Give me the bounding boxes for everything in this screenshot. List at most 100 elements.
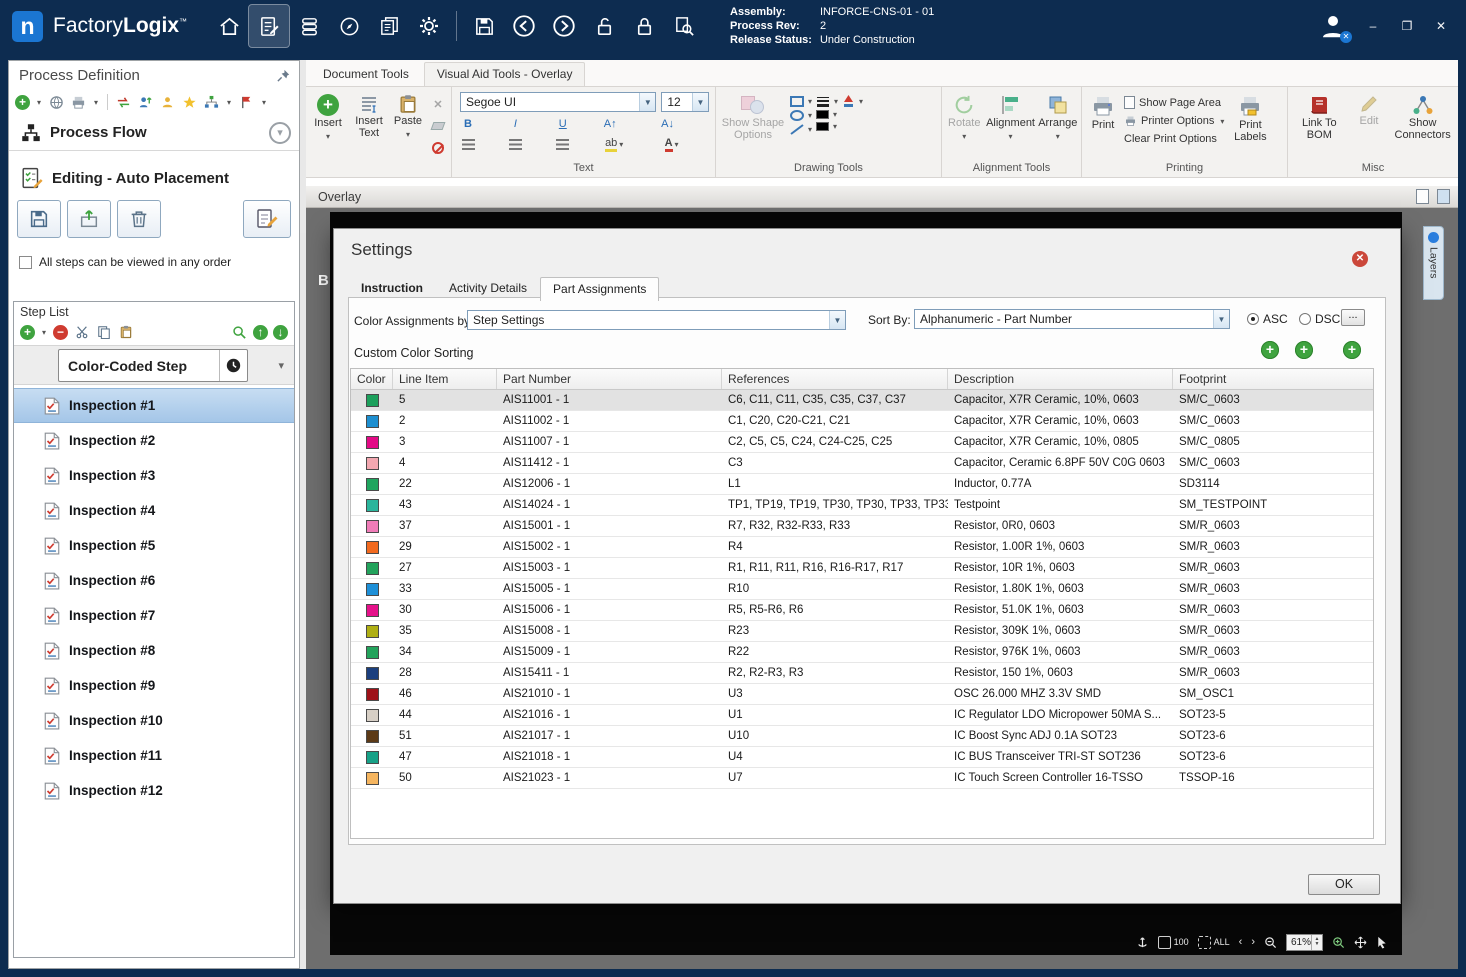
line-width-tool[interactable]: ▾ [816, 96, 840, 107]
bold-button[interactable]: B [458, 115, 478, 133]
page-view-icon[interactable] [1416, 189, 1429, 204]
import-template-button[interactable] [67, 200, 111, 238]
dialog-tab[interactable]: Instruction [348, 276, 436, 300]
dialog-tab[interactable]: Activity Details [436, 276, 540, 300]
edit-button[interactable]: Edit [1352, 91, 1386, 128]
marker-tool[interactable]: ▾ [842, 94, 865, 108]
system-settings-button[interactable] [409, 5, 449, 47]
add-step-dropdown-icon[interactable]: ▾ [40, 328, 48, 337]
superscript-button[interactable]: A↑ [600, 115, 620, 133]
step-list-item[interactable]: Inspection #4 [14, 493, 294, 528]
eraser-icon[interactable] [428, 117, 448, 135]
pin-icon[interactable] [276, 68, 291, 83]
table-header-cell[interactable]: References [722, 369, 948, 389]
move-step-down-icon[interactable]: ↓ [273, 324, 288, 340]
combo-arrow-icon[interactable]: ▼ [692, 93, 708, 111]
forward-button[interactable] [544, 5, 584, 47]
print-labels-button[interactable]: Print Labels [1228, 91, 1272, 143]
printer-options-button[interactable]: Printer Options ▾ [1124, 115, 1226, 127]
color-swatch[interactable] [365, 561, 379, 575]
zoom-100-button[interactable]: 100 [1157, 935, 1189, 949]
move-step-up-icon[interactable]: ↑ [253, 324, 268, 340]
table-row[interactable]: 5 AIS11001 - 1 C6, C11, C11, C35, C35, C… [351, 390, 1373, 411]
color-swatch[interactable] [365, 393, 379, 407]
align-left-button[interactable] [458, 135, 478, 153]
table-header-cell[interactable]: Part Number [497, 369, 722, 389]
underline-button[interactable]: U [553, 115, 573, 133]
table-row[interactable]: 22 AIS12006 - 1 L1 Inductor, 0.77A SD311… [351, 474, 1373, 495]
sync-icon[interactable] [115, 94, 132, 111]
navigator-button[interactable] [329, 5, 369, 47]
flag-dropdown-icon[interactable]: ▾ [260, 98, 268, 107]
pan-icon[interactable] [1354, 936, 1367, 949]
sort-by-select[interactable]: Alphanumeric - Part Number ▼ [914, 309, 1230, 329]
asc-radio-icon[interactable] [1247, 313, 1259, 325]
color-swatch[interactable] [365, 624, 379, 638]
tree-icon[interactable] [203, 94, 220, 111]
dsc-radio-icon[interactable] [1299, 313, 1311, 325]
remove-step-icon[interactable]: − [53, 324, 68, 340]
font-size-combo[interactable]: 12 ▼ [661, 92, 709, 112]
table-header-cell[interactable]: Description [948, 369, 1173, 389]
unlock-button[interactable] [584, 5, 624, 47]
ok-button[interactable]: OK [1308, 874, 1380, 895]
step-list-item[interactable]: Inspection #9 [14, 668, 294, 703]
more-options-button[interactable]: ... [1341, 309, 1365, 326]
rotate-button[interactable]: Rotate ▾ [944, 91, 985, 141]
color-swatch[interactable] [365, 414, 379, 428]
sort-asc-radio[interactable]: ASC [1247, 312, 1288, 326]
table-row[interactable]: 30 AIS15006 - 1 R5, R5-R6, R6 Resistor, … [351, 600, 1373, 621]
zoom-out-icon[interactable] [1264, 936, 1277, 949]
color-assignments-select[interactable]: Step Settings ▼ [467, 310, 846, 330]
zoom-all-button[interactable]: ALL [1197, 935, 1230, 949]
print-button[interactable]: Print [1084, 91, 1122, 132]
promote-user-icon[interactable] [137, 94, 154, 111]
lock-button[interactable] [624, 5, 664, 47]
arrange-button[interactable]: Arrange ▾ [1037, 91, 1079, 141]
step-group-row[interactable]: Color-Coded Step ▾ [14, 345, 294, 385]
align-right-button[interactable] [553, 135, 573, 153]
add-icon[interactable]: + [15, 94, 30, 110]
minimize-button[interactable]: – [1364, 19, 1382, 33]
process-flow-row[interactable]: Process Flow ▾ [9, 115, 299, 151]
table-row[interactable]: 46 AIS21010 - 1 U3 OSC 26.000 MHZ 3.3V S… [351, 684, 1373, 705]
color-swatch[interactable] [365, 435, 379, 449]
color-swatch[interactable] [365, 729, 379, 743]
anchor-button[interactable] [1136, 936, 1149, 949]
color-swatch[interactable] [365, 477, 379, 491]
insert-button[interactable]: + Insert ▾ [308, 91, 348, 141]
tree-dropdown-icon[interactable]: ▾ [225, 98, 233, 107]
color-swatch[interactable] [365, 582, 379, 596]
subscript-button[interactable]: A↓ [658, 115, 678, 133]
color-swatch[interactable] [365, 456, 379, 470]
table-row[interactable]: 37 AIS15001 - 1 R7, R32, R32-R33, R33 Re… [351, 516, 1373, 537]
add-dropdown-icon[interactable]: ▾ [35, 98, 43, 107]
table-header-cell[interactable]: Line Item [393, 369, 497, 389]
insert-text-button[interactable]: Insert Text [350, 91, 388, 139]
paste-button[interactable]: Paste ▾ [390, 91, 426, 139]
italic-button[interactable]: I [505, 115, 525, 133]
line-color-tool[interactable]: ▾ [816, 122, 840, 131]
fit-view-icon[interactable] [1437, 189, 1450, 204]
step-list-item[interactable]: Inspection #3 [14, 458, 294, 493]
table-row[interactable]: 2 AIS11002 - 1 C1, C20, C20-C21, C21 Cap… [351, 411, 1373, 432]
paste-icon[interactable] [117, 324, 134, 341]
step-group-box[interactable]: Color-Coded Step [58, 349, 248, 382]
cut-icon[interactable] [73, 324, 90, 341]
documents-button[interactable] [369, 5, 409, 47]
add-color-sort-button[interactable]: + [1261, 341, 1279, 359]
add-color-sort-button-2[interactable]: + [1295, 341, 1313, 359]
table-row[interactable]: 4 AIS11412 - 1 C3 Capacitor, Ceramic 6.8… [351, 453, 1373, 474]
table-row[interactable]: 44 AIS21016 - 1 U1 IC Regulator LDO Micr… [351, 705, 1373, 726]
table-row[interactable]: 29 AIS15002 - 1 R4 Resistor, 1.00R 1%, 0… [351, 537, 1373, 558]
block-icon[interactable] [428, 139, 448, 157]
color-swatch[interactable] [365, 666, 379, 680]
print-dropdown-icon[interactable]: ▾ [92, 98, 100, 107]
table-header-cell[interactable]: Color [351, 369, 393, 389]
print-icon[interactable] [70, 94, 87, 111]
show-page-area-button[interactable]: Show Page Area [1124, 96, 1226, 109]
combo-arrow-icon[interactable]: ▼ [639, 93, 656, 111]
sort-dsc-radio[interactable]: DSC [1299, 312, 1340, 326]
step-list-item[interactable]: Inspection #2 [14, 423, 294, 458]
next-view-icon[interactable]: › [1251, 936, 1255, 948]
